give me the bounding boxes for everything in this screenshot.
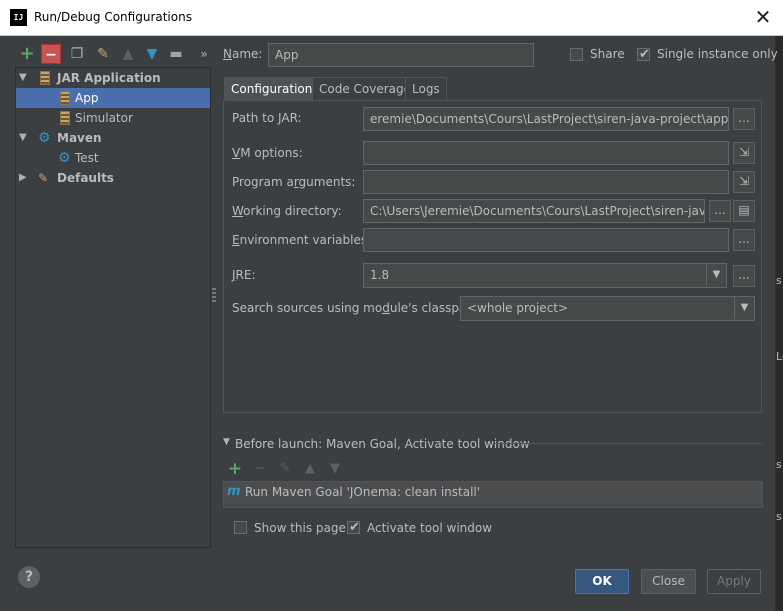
tree-item-label: App <box>75 91 99 105</box>
browse-jre-button[interactable]: ... <box>733 265 755 287</box>
jar-icon <box>60 111 70 125</box>
module-classpath-select[interactable]: <whole project> <box>460 296 755 321</box>
intellij-app-icon: IJ <box>10 9 27 26</box>
help-icon[interactable]: ? <box>18 566 40 588</box>
expand-vm-options-icon[interactable]: ⇲ <box>733 142 755 164</box>
copy-configuration-icon[interactable]: ❐ <box>67 44 87 64</box>
folder-icon[interactable]: ▬ <box>166 44 186 64</box>
module-dropdown-arrow-icon[interactable]: ▼ <box>734 297 754 319</box>
maven-icon: m <box>227 484 241 499</box>
gear-icon: ⚙ <box>58 150 71 166</box>
splitter-handle[interactable] <box>212 288 216 304</box>
tree-item-label: Simulator <box>75 111 133 125</box>
jre-label: JRE: <box>232 268 256 282</box>
insert-macro-icon[interactable]: ▤ <box>733 200 755 222</box>
path-to-jar-input[interactable]: eremie\Documents\Cours\LastProject\siren… <box>363 107 729 131</box>
module-classpath-value: <whole project> <box>467 301 569 315</box>
strip-text: Le <box>776 350 783 363</box>
expand-arrow-icon[interactable]: ▼ <box>19 128 27 148</box>
check-mark-icon: ✔ <box>349 520 360 535</box>
jre-select[interactable]: 1.8 <box>363 263 727 288</box>
vm-options-input[interactable] <box>363 141 729 165</box>
apply-button[interactable]: Apply <box>707 569 761 594</box>
tab-configuration[interactable]: Configuration <box>224 77 320 101</box>
expand-arrow-icon[interactable]: ▼ <box>19 68 27 88</box>
working-directory-label: Working directory: <box>232 204 342 218</box>
expand-program-args-icon[interactable]: ⇲ <box>733 171 755 193</box>
window-title: Run/Debug Configurations <box>34 10 192 24</box>
edit-task-icon[interactable]: ✎ <box>276 460 294 478</box>
name-input[interactable]: App <box>268 43 534 67</box>
remove-task-icon[interactable]: − <box>251 460 269 478</box>
check-mark-icon: ✔ <box>639 47 650 62</box>
single-instance-checkbox[interactable]: ✔ <box>637 48 650 61</box>
tab-logs[interactable]: Logs <box>405 77 447 101</box>
edit-env-vars-button[interactable]: ... <box>733 229 755 251</box>
strip-text: s <box>776 510 782 523</box>
browse-jar-button[interactable]: ... <box>733 108 755 130</box>
close-button[interactable]: Close <box>641 569 696 594</box>
tree-item-defaults[interactable]: ▶ ✎ Defaults <box>16 168 210 188</box>
background-window-strip <box>775 36 783 611</box>
more-actions-icon[interactable]: » <box>194 44 214 64</box>
tree-item-simulator[interactable]: Simulator <box>16 108 210 128</box>
move-up-icon[interactable]: ▲ <box>118 44 138 64</box>
add-configuration-button[interactable]: + <box>17 44 37 64</box>
environment-variables-input[interactable] <box>363 228 729 252</box>
tree-item-test[interactable]: ⚙ Test <box>16 148 210 168</box>
program-arguments-input[interactable] <box>363 170 729 194</box>
vm-options-label: VM options: <box>232 146 303 160</box>
path-to-jar-label: Path to JAR: <box>232 111 302 125</box>
edit-defaults-icon[interactable]: ✎ <box>93 44 113 64</box>
jre-value: 1.8 <box>370 268 390 282</box>
before-launch-header: Before launch: Maven Goal, Activate tool… <box>235 437 530 451</box>
single-instance-label: Single instance only <box>657 47 778 61</box>
tree-item-label: Defaults <box>57 171 114 185</box>
search-sources-label: Search sources using module's classpath: <box>232 301 483 315</box>
wrench-icon: ✎ <box>38 171 49 185</box>
close-window-icon[interactable]: ✕ <box>752 5 774 29</box>
show-page-label: Show this page <box>254 521 346 535</box>
name-label: Name: <box>223 47 263 61</box>
browse-working-dir-button[interactable]: ... <box>709 200 731 222</box>
jar-icon <box>60 91 70 105</box>
before-launch-task-row[interactable]: m Run Maven Goal 'JOnema: clean install' <box>224 482 762 504</box>
share-checkbox[interactable] <box>570 48 583 61</box>
separator-line <box>493 443 762 444</box>
before-launch-task-label: Run Maven Goal 'JOnema: clean install' <box>245 485 481 499</box>
tree-item-maven[interactable]: ▼ ⚙ Maven <box>16 128 210 148</box>
remove-configuration-button[interactable]: − <box>41 44 61 64</box>
move-task-down-icon[interactable]: ▼ <box>326 460 344 478</box>
show-page-checkbox[interactable] <box>234 521 247 534</box>
collapse-before-launch-icon[interactable]: ▼ <box>223 437 230 447</box>
strip-text: s <box>776 274 782 287</box>
tree-item-label: Maven <box>57 131 102 145</box>
gear-icon: ⚙ <box>38 130 51 146</box>
share-label: Share <box>590 47 625 61</box>
strip-text: s <box>776 458 782 471</box>
collapsed-arrow-icon[interactable]: ▶ <box>19 168 27 188</box>
program-arguments-label: Program arguments: <box>232 175 356 189</box>
ok-button[interactable]: OK <box>575 569 629 594</box>
activate-tool-window-checkbox[interactable]: ✔ <box>347 521 360 534</box>
environment-variables-label: Environment variables: <box>232 233 372 247</box>
tree-item-app[interactable]: App <box>16 88 210 108</box>
tree-item-label: Test <box>75 151 99 165</box>
move-down-icon[interactable]: ▼ <box>142 44 162 64</box>
tab-code-coverage[interactable]: Code Coverage <box>312 77 419 101</box>
tree-item-label: JAR Application <box>57 71 161 85</box>
activate-tool-window-label: Activate tool window <box>367 521 493 535</box>
jre-dropdown-arrow-icon[interactable]: ▼ <box>706 264 726 286</box>
jar-icon <box>40 71 50 85</box>
tree-item-jar-application[interactable]: ▼ JAR Application <box>16 68 210 88</box>
add-task-button[interactable]: + <box>226 460 244 478</box>
working-directory-input[interactable]: C:\Users\Jeremie\Documents\Cours\LastPro… <box>363 199 705 223</box>
move-task-up-icon[interactable]: ▲ <box>301 460 319 478</box>
